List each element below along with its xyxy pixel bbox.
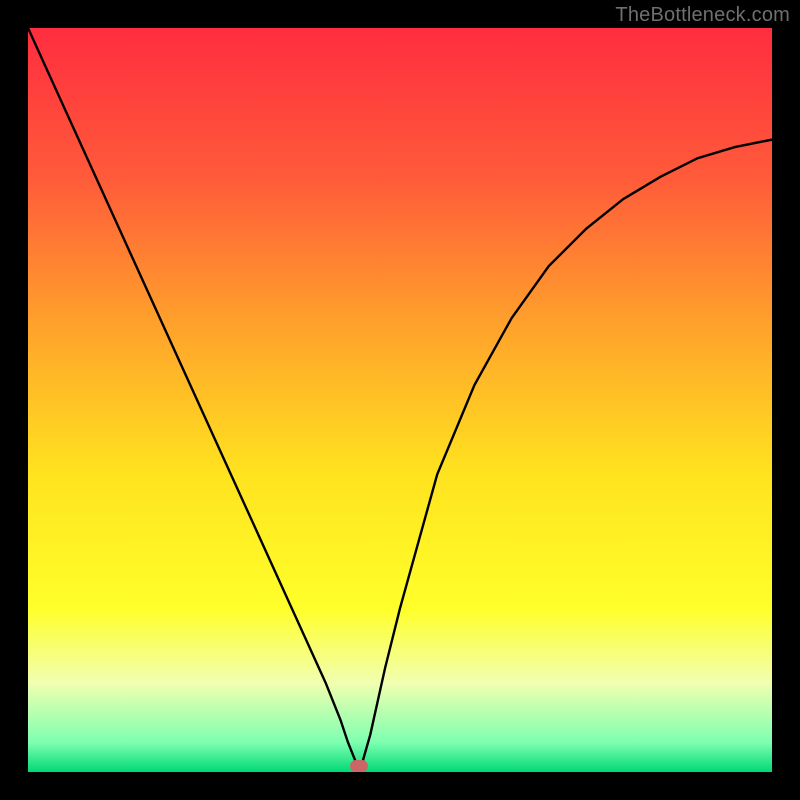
chart-container: TheBottleneck.com bbox=[0, 0, 800, 800]
gradient-background bbox=[28, 28, 772, 772]
watermark-text: TheBottleneck.com bbox=[615, 4, 790, 27]
chart-svg bbox=[28, 28, 772, 772]
optimum-marker bbox=[350, 760, 368, 772]
plot-area bbox=[28, 28, 772, 772]
